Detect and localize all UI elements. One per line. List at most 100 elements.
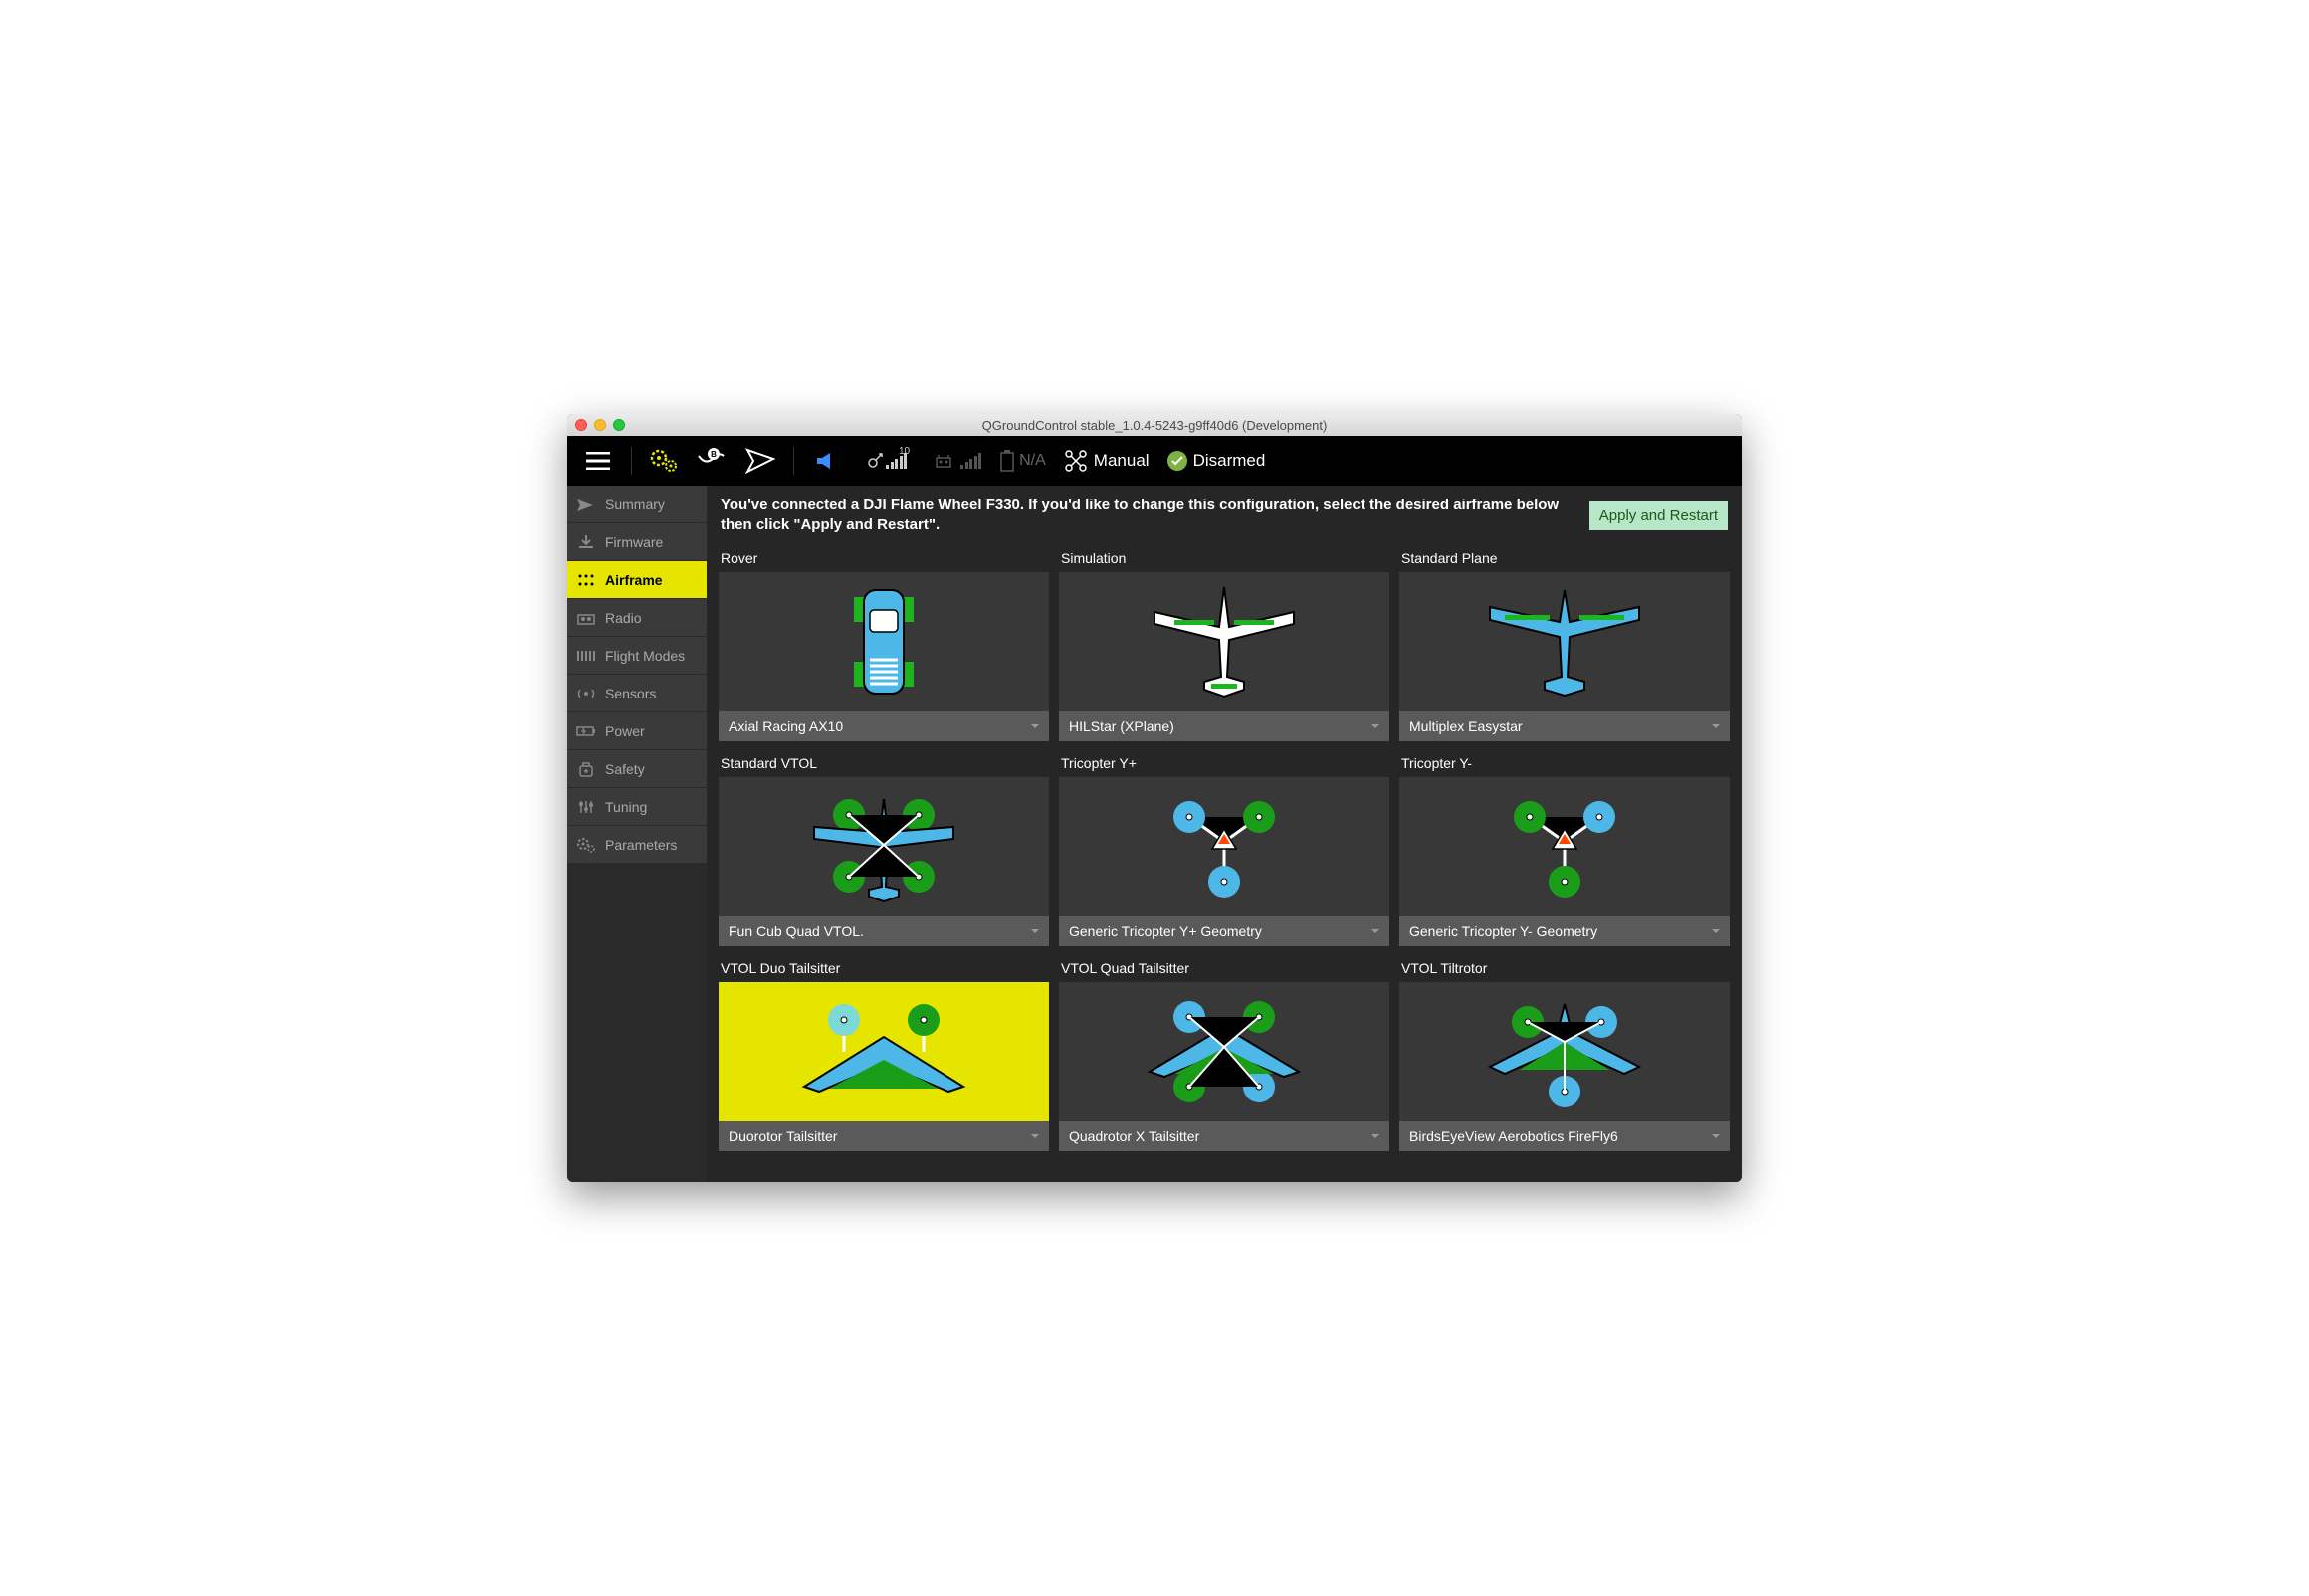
battery-status[interactable]: N/A (999, 450, 1046, 472)
main-toolbar: B 10 N/A Manual Disarm (567, 436, 1742, 486)
maximize-icon[interactable] (613, 419, 625, 431)
params-icon (575, 834, 597, 856)
airframe-cell-vtol-tiltrotor: VTOL Tiltrotor BirdsEyeView Aerobotics Fi… (1399, 956, 1730, 1151)
airframe-card[interactable]: HILStar (XPlane) (1059, 572, 1389, 741)
battery-text: N/A (1019, 452, 1046, 470)
airframe-icon (719, 777, 1049, 916)
airframe-icon (719, 982, 1049, 1121)
sidebar-item-power[interactable]: Power (567, 712, 707, 750)
airframe-cell-standard-plane: Standard Plane Multiplex Easystar (1399, 546, 1730, 741)
sidebar-item-label: Tuning (605, 799, 647, 815)
signal-bars-icon (960, 453, 981, 469)
airframe-cell-vtol-duo-tailsitter: VTOL Duo Tailsitter Duorotor Tailsitter (719, 956, 1049, 1151)
airframe-title: Standard Plane (1399, 546, 1730, 572)
airframe-cell-rover: Rover Axial Racing AX10 (719, 546, 1049, 741)
svg-text:B: B (711, 450, 717, 459)
airframe-card[interactable]: Duorotor Tailsitter (719, 982, 1049, 1151)
sidebar-item-firmware[interactable]: Firmware (567, 523, 707, 561)
airframe-card[interactable]: Generic Tricopter Y- Geometry (1399, 777, 1730, 946)
window-titlebar: QGroundControl stable_1.0.4-5243-g9ff40d… (567, 414, 1742, 436)
satellite-count: 10 (899, 446, 910, 457)
airframe-dropdown[interactable]: Multiplex Easystar (1399, 711, 1730, 741)
airframe-title: VTOL Tiltrotor (1399, 956, 1730, 982)
airframe-card[interactable]: Quadrotor X Tailsitter (1059, 982, 1389, 1151)
airframe-dropdown[interactable]: Quadrotor X Tailsitter (1059, 1121, 1389, 1151)
airframe-title: VTOL Quad Tailsitter (1059, 956, 1389, 982)
sensors-icon (575, 683, 597, 704)
arm-text: Disarmed (1193, 451, 1266, 471)
sidebar-item-radio[interactable]: Radio (567, 599, 707, 637)
sidebar-item-parameters[interactable]: Parameters (567, 826, 707, 864)
sidebar-item-label: Parameters (605, 837, 677, 853)
flight-mode-text: Manual (1094, 451, 1150, 471)
airframe-cell-tricopter-y-: Tricopter Y+ Generic Tricopter Y+ Geometr… (1059, 751, 1389, 946)
airframe-icon (719, 572, 1049, 711)
airframe-cell-vtol-quad-tailsitter: VTOL Quad Tailsitter Quadrotor X Tailsitt… (1059, 956, 1389, 1151)
tuning-icon (575, 796, 597, 818)
fly-button[interactable] (739, 440, 781, 482)
airframe-dropdown[interactable]: Generic Tricopter Y- Geometry (1399, 916, 1730, 946)
info-text: You've connected a DJI Flame Wheel F330.… (721, 496, 1574, 536)
menu-button[interactable] (577, 440, 619, 482)
download-icon (575, 531, 597, 553)
safety-icon (575, 758, 597, 780)
sidebar-item-flight-modes[interactable]: Flight Modes (567, 637, 707, 675)
minimize-icon[interactable] (594, 419, 606, 431)
flight-mode[interactable]: Manual (1064, 450, 1150, 472)
airframe-title: Simulation (1059, 546, 1389, 572)
sidebar-item-label: Radio (605, 610, 642, 626)
sidebar-item-airframe[interactable]: Airframe (567, 561, 707, 599)
close-icon[interactable] (575, 419, 587, 431)
airframe-icon (1399, 982, 1730, 1121)
airframe-title: Rover (719, 546, 1049, 572)
sidebar-item-summary[interactable]: Summary (567, 486, 707, 523)
airframe-icon (1059, 777, 1389, 916)
check-icon (1167, 451, 1187, 471)
airframe-cell-simulation: Simulation HILStar (XPlane) (1059, 546, 1389, 741)
sidebar-item-label: Flight Modes (605, 648, 685, 664)
plan-button[interactable]: B (692, 440, 734, 482)
airframe-dropdown[interactable]: Fun Cub Quad VTOL. (719, 916, 1049, 946)
arm-status[interactable]: Disarmed (1167, 451, 1266, 471)
sidebar-item-label: Safety (605, 761, 645, 777)
airframe-card[interactable]: Axial Racing AX10 (719, 572, 1049, 741)
airframe-icon (1399, 777, 1730, 916)
separator (631, 447, 632, 475)
sidebar-item-tuning[interactable]: Tuning (567, 788, 707, 826)
airframe-icon (1059, 572, 1389, 711)
airframe-icon (1399, 572, 1730, 711)
airframe-title: Tricopter Y+ (1059, 751, 1389, 777)
setup-sidebar: Summary Firmware Airframe Radio Flight Modes… (567, 486, 707, 1182)
rc-status[interactable] (936, 453, 981, 469)
radio-icon (575, 607, 597, 629)
sidebar-item-label: Airframe (605, 572, 663, 588)
airframe-dropdown[interactable]: Axial Racing AX10 (719, 711, 1049, 741)
airframe-title: Tricopter Y- (1399, 751, 1730, 777)
announce-icon[interactable] (806, 440, 848, 482)
airframe-dropdown[interactable]: BirdsEyeView Aerobotics FireFly6 (1399, 1121, 1730, 1151)
airframe-title: VTOL Duo Tailsitter (719, 956, 1049, 982)
sidebar-item-label: Summary (605, 497, 665, 512)
airframe-icon (1059, 982, 1389, 1121)
sidebar-item-sensors[interactable]: Sensors (567, 675, 707, 712)
airframe-card[interactable]: BirdsEyeView Aerobotics FireFly6 (1399, 982, 1730, 1151)
sidebar-item-safety[interactable]: Safety (567, 750, 707, 788)
airframe-card[interactable]: Fun Cub Quad VTOL. (719, 777, 1049, 946)
sidebar-item-label: Sensors (605, 686, 656, 701)
airframe-card[interactable]: Multiplex Easystar (1399, 572, 1730, 741)
airframe-icon (575, 569, 597, 591)
power-icon (575, 720, 597, 742)
sidebar-item-label: Power (605, 723, 645, 739)
airframe-dropdown[interactable]: Duorotor Tailsitter (719, 1121, 1049, 1151)
sidebar-item-label: Firmware (605, 534, 663, 550)
window-title: QGroundControl stable_1.0.4-5243-g9ff40d… (567, 418, 1742, 433)
airframe-dropdown[interactable]: HILStar (XPlane) (1059, 711, 1389, 741)
airframe-dropdown[interactable]: Generic Tricopter Y+ Geometry (1059, 916, 1389, 946)
apply-restart-button[interactable]: Apply and Restart (1589, 501, 1728, 530)
airframe-grid: Rover Axial Racing AX10 Simulation HILStar … (707, 546, 1742, 1163)
airframe-title: Standard VTOL (719, 751, 1049, 777)
airframe-card[interactable]: Generic Tricopter Y+ Geometry (1059, 777, 1389, 946)
setup-button[interactable] (644, 440, 686, 482)
gps-status[interactable]: 10 (866, 452, 918, 470)
plane-icon (575, 494, 597, 515)
